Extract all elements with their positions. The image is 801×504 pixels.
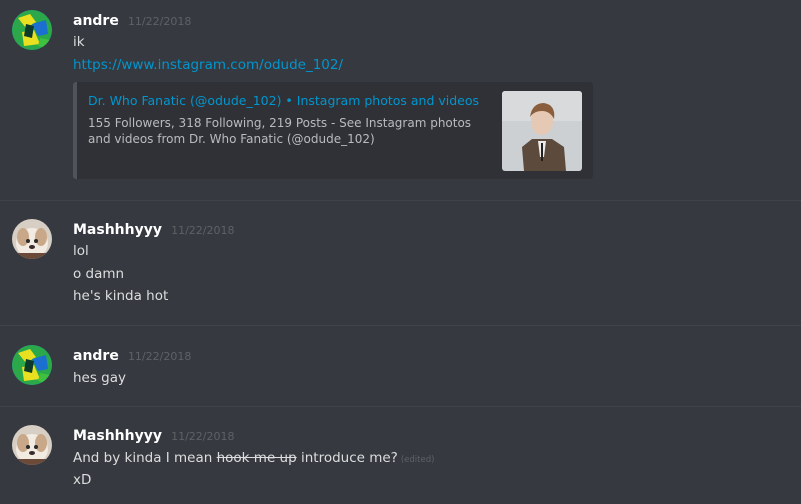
message-text-part: And by kinda I mean: [73, 450, 217, 466]
message-link[interactable]: https://www.instagram.com/odude_102/: [73, 57, 343, 73]
message-text: xD: [73, 472, 92, 488]
message-divider: [0, 200, 801, 201]
embed-thumbnail[interactable]: [502, 91, 582, 171]
message-text: he's kinda hot: [73, 288, 169, 304]
avatar-mashhhyyy[interactable]: [12, 219, 52, 259]
strikethrough-text: hook me up: [216, 450, 297, 466]
message-text: hes gay: [73, 370, 127, 386]
avatar-andre[interactable]: [12, 10, 52, 50]
timestamp: 11/22/2018: [171, 430, 235, 443]
message-header: andre 11/22/2018: [73, 10, 191, 30]
timestamp: 11/22/2018: [127, 350, 192, 363]
avatar-mashhhyyy[interactable]: [12, 425, 52, 465]
message-divider: [0, 406, 801, 407]
timestamp: 11/22/2018: [171, 224, 235, 237]
username[interactable]: andre: [73, 348, 119, 364]
timestamp: 11/22/2018: [127, 15, 192, 28]
avatar-andre[interactable]: [12, 345, 52, 385]
message-text: o damn: [73, 266, 125, 282]
message-text: ik: [73, 34, 85, 50]
embed-description: 155 Followers, 318 Following, 219 Posts …: [88, 116, 472, 146]
message-divider: [0, 325, 801, 326]
message-header: Mashhhyyy 11/22/2018: [73, 425, 235, 445]
chat-messages: andre 11/22/2018 ik https://www.instagra…: [0, 0, 801, 504]
message-header: Mashhhyyy 11/22/2018: [73, 219, 235, 239]
username[interactable]: andre: [73, 13, 119, 29]
username[interactable]: Mashhhyyy: [73, 222, 162, 238]
message-text: lol: [73, 243, 89, 259]
message-header: andre 11/22/2018: [73, 345, 191, 365]
message-text: And by kinda I mean hook me up introduce…: [73, 450, 434, 466]
link-embed: Dr. Who Fanatic (@odude_102) • Instagram…: [73, 82, 593, 179]
edited-marker: (edited): [400, 455, 435, 465]
username[interactable]: Mashhhyyy: [73, 428, 162, 444]
message-text-part: introduce me?: [296, 450, 398, 466]
embed-title[interactable]: Dr. Who Fanatic (@odude_102) • Instagram…: [88, 93, 479, 108]
